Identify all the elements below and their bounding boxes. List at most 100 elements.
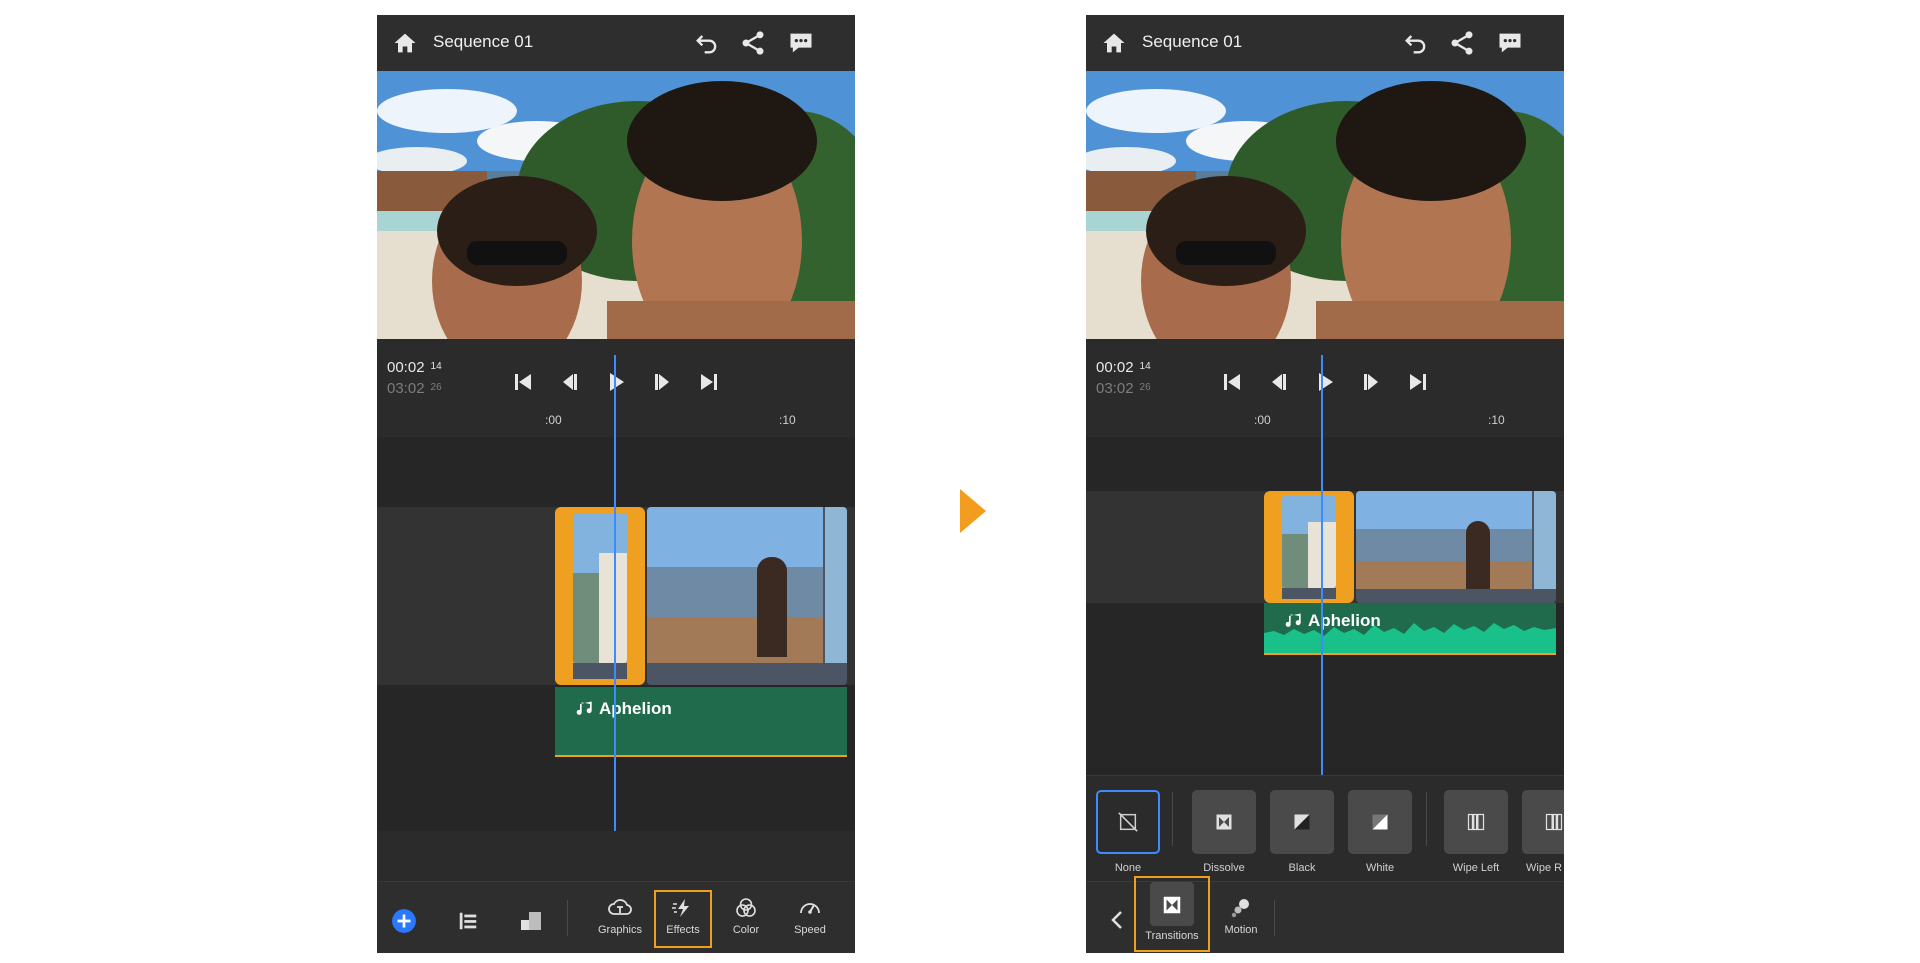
step-forward-icon[interactable] bbox=[651, 370, 675, 394]
comment-icon[interactable] bbox=[787, 29, 815, 57]
playhead[interactable] bbox=[614, 355, 616, 831]
transitions-label: Transitions bbox=[1145, 930, 1199, 942]
skip-to-end-icon[interactable] bbox=[697, 370, 721, 394]
white-transition-icon bbox=[1372, 814, 1388, 830]
clip-beach[interactable] bbox=[1356, 491, 1556, 603]
comment-icon[interactable] bbox=[1496, 29, 1524, 57]
transition-label: Dissolve bbox=[1203, 862, 1245, 874]
speed-tool[interactable]: Speed bbox=[781, 890, 839, 948]
step-back-icon[interactable] bbox=[1266, 370, 1290, 394]
app-screen-before: Sequence 01 00:02 14 03:02 26 :00 :10 Ap… bbox=[377, 15, 855, 953]
undo-icon[interactable] bbox=[693, 29, 721, 57]
strip-divider bbox=[1172, 792, 1173, 846]
transition-black[interactable]: Black bbox=[1270, 790, 1334, 874]
step-forward-icon[interactable] bbox=[1360, 370, 1384, 394]
timeline-ruler[interactable]: :00 :10 bbox=[1086, 407, 1564, 437]
effects-tool[interactable]: Effects bbox=[654, 890, 712, 948]
transition-thumbnail bbox=[1444, 790, 1508, 854]
share-icon[interactable] bbox=[739, 29, 767, 57]
none-transition-icon bbox=[1118, 812, 1138, 832]
graphics-tool[interactable]: Graphics bbox=[591, 890, 649, 948]
wipe-left-icon bbox=[1467, 813, 1485, 831]
transition-white[interactable]: White bbox=[1348, 790, 1412, 874]
transition-thumbnail bbox=[1270, 790, 1334, 854]
total-duration: 03:02 26 bbox=[1096, 380, 1151, 397]
tracks-icon[interactable] bbox=[457, 910, 479, 932]
playhead[interactable] bbox=[1321, 355, 1323, 775]
play-icon[interactable] bbox=[1313, 370, 1337, 394]
skip-to-end-icon[interactable] bbox=[1406, 370, 1430, 394]
motion-tab[interactable]: Motion bbox=[1212, 890, 1270, 948]
sequence-title[interactable]: Sequence 01 bbox=[433, 32, 533, 52]
transition-label: None bbox=[1114, 862, 1142, 874]
speed-label: Speed bbox=[794, 924, 826, 936]
toolbar-divider bbox=[1274, 900, 1275, 936]
video-preview bbox=[1086, 71, 1564, 339]
skip-to-start-icon[interactable] bbox=[1220, 370, 1244, 394]
add-icon[interactable] bbox=[391, 908, 417, 934]
transport-controls: 00:02 14 03:02 26 bbox=[1086, 339, 1564, 407]
top-bar: Sequence 01 bbox=[377, 15, 855, 71]
motion-label: Motion bbox=[1224, 924, 1258, 936]
ruler-label-end: :10 bbox=[1488, 413, 1505, 427]
transition-dissolve[interactable]: Dissolve bbox=[1192, 790, 1256, 874]
motion-icon bbox=[1231, 899, 1249, 918]
selected-clip[interactable] bbox=[555, 507, 645, 685]
current-timecode: 00:02 14 bbox=[387, 359, 442, 376]
step-back-icon[interactable] bbox=[557, 370, 581, 394]
total-duration: 03:02 26 bbox=[387, 380, 442, 397]
audio-clip[interactable]: Aphelion bbox=[1264, 603, 1556, 655]
graphics-label: Graphics bbox=[597, 924, 643, 936]
transition-wipe-left[interactable]: Wipe Left bbox=[1444, 790, 1508, 874]
app-screen-after: Sequence 01 00:02 14 03:02 26 :00 :10 Ap… bbox=[1086, 15, 1564, 953]
graphics-icon bbox=[608, 899, 632, 915]
color-icon bbox=[736, 898, 756, 917]
clip-beach[interactable] bbox=[647, 507, 847, 685]
ruler-label-end: :10 bbox=[779, 413, 796, 427]
transition-thumbnail bbox=[1522, 790, 1564, 854]
color-label: Color bbox=[732, 924, 760, 936]
timeline[interactable]: Aphelion bbox=[377, 355, 855, 831]
clip-thumbnail bbox=[573, 513, 627, 663]
color-tool[interactable]: Color bbox=[717, 890, 775, 948]
clip-footer bbox=[1282, 588, 1336, 599]
audio-clip-title: Aphelion bbox=[599, 699, 672, 718]
audio-clip[interactable]: Aphelion bbox=[555, 687, 847, 757]
timeline[interactable]: Aphelion bbox=[1086, 355, 1564, 775]
transition-label: White bbox=[1365, 862, 1395, 874]
home-icon[interactable] bbox=[1100, 29, 1128, 57]
black-transition-icon bbox=[1294, 814, 1310, 830]
skip-to-start-icon[interactable] bbox=[511, 370, 535, 394]
transitions-tab[interactable]: Transitions bbox=[1134, 876, 1210, 952]
bottom-toolbar: Graphics Effects Color Speed bbox=[377, 881, 855, 953]
play-icon[interactable] bbox=[604, 370, 628, 394]
step-arrow-icon bbox=[960, 489, 986, 533]
clip-thumbnail bbox=[1282, 496, 1336, 588]
wipe-right-icon bbox=[1545, 813, 1563, 831]
video-preview bbox=[377, 71, 855, 339]
strip-divider bbox=[1426, 792, 1427, 846]
undo-icon[interactable] bbox=[1402, 29, 1430, 57]
audio-clip-title: Aphelion bbox=[1308, 611, 1381, 630]
aspect-ratio-icon[interactable] bbox=[519, 910, 543, 932]
effects-toolbar: Transitions Motion bbox=[1086, 876, 1564, 953]
share-icon[interactable] bbox=[1448, 29, 1476, 57]
top-bar: Sequence 01 bbox=[1086, 15, 1564, 71]
timeline-ruler[interactable]: :00 :10 bbox=[377, 407, 855, 437]
toolbar-divider bbox=[567, 900, 568, 936]
back-chevron-icon[interactable] bbox=[1110, 910, 1124, 930]
music-note-icon bbox=[576, 701, 592, 715]
dissolve-icon bbox=[1216, 814, 1232, 830]
transitions-strip: None Dissolve Black White Wipe Left Wipe… bbox=[1086, 775, 1564, 879]
home-icon[interactable] bbox=[391, 29, 419, 57]
transition-thumbnail bbox=[1348, 790, 1412, 854]
current-timecode: 00:02 14 bbox=[1096, 359, 1151, 376]
selected-clip[interactable] bbox=[1264, 491, 1354, 603]
sequence-title[interactable]: Sequence 01 bbox=[1142, 32, 1242, 52]
ruler-label-start: :00 bbox=[1254, 413, 1271, 427]
transition-label: Wipe R bbox=[1526, 862, 1563, 874]
music-note-icon bbox=[1285, 613, 1301, 627]
transition-wipe-right[interactable]: Wipe R bbox=[1522, 790, 1564, 874]
transition-none[interactable]: None bbox=[1096, 790, 1160, 874]
speed-icon bbox=[800, 903, 820, 914]
